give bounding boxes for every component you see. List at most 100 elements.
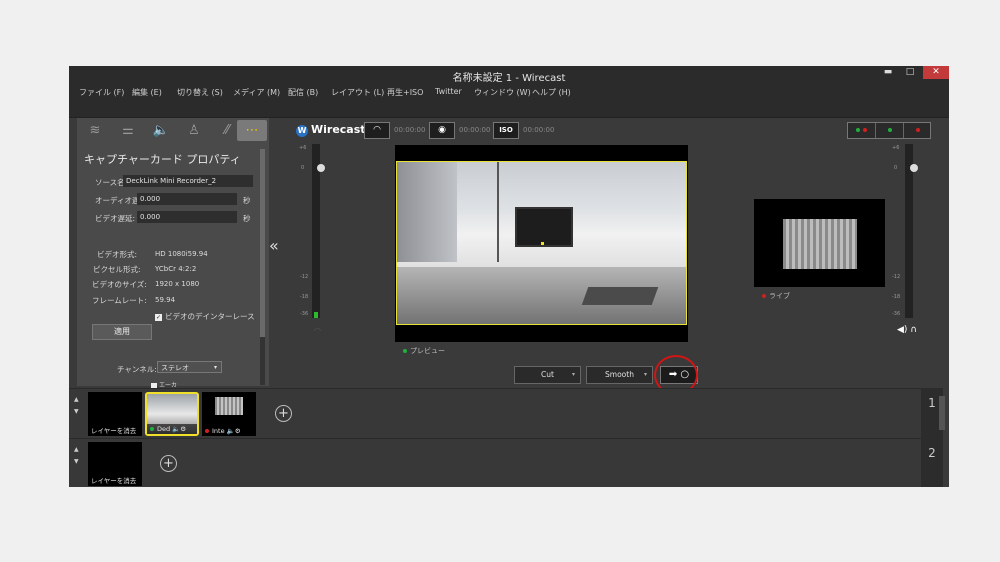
- panel-title: キャプチャーカード プロパティ: [84, 153, 241, 166]
- menu-twitter[interactable]: Twitter: [435, 87, 462, 96]
- preview-image: [396, 161, 687, 325]
- more-tab-icon[interactable]: ⋯: [237, 120, 267, 141]
- menu-file[interactable]: ファイル (F): [79, 87, 124, 98]
- minimize-button[interactable]: ▬: [877, 66, 899, 79]
- right-scale-36: -36: [892, 311, 901, 317]
- stream-button[interactable]: ◠: [364, 122, 390, 139]
- deinterlace-label: ビデオのデインターレース: [165, 312, 255, 321]
- toolbar-strip: [69, 101, 949, 118]
- preview-label: プレビュー: [410, 347, 445, 355]
- iso-time: 00:00:00: [523, 126, 555, 134]
- shot-label-text: Inte: [212, 427, 225, 435]
- left-volume-knob[interactable]: [317, 164, 325, 172]
- source-name-field[interactable]: DeckLink Mini Recorder_2: [123, 175, 253, 187]
- shot-clear-layer[interactable]: レイヤーを消去: [88, 392, 142, 436]
- menu-help[interactable]: ヘルプ (H): [532, 87, 571, 98]
- collapse-panel-icon[interactable]: «: [269, 236, 279, 255]
- iso-label: ISO: [499, 126, 513, 134]
- menu-window[interactable]: ウィンドウ (W): [474, 87, 531, 98]
- record-button[interactable]: ◉: [429, 122, 455, 139]
- live-label: ライブ: [769, 292, 790, 300]
- video-delay-unit: 秒: [243, 214, 251, 223]
- add-shot-button[interactable]: +: [160, 455, 177, 472]
- layout-buttons: [847, 122, 931, 139]
- menu-media[interactable]: メディア (M): [233, 87, 280, 98]
- live-status-dot: [762, 294, 766, 298]
- menu-broadcast[interactable]: 配信 (B): [288, 87, 318, 98]
- audio-delay-field[interactable]: 0.000: [137, 193, 237, 205]
- settings-tab-icon[interactable]: ⚌: [113, 120, 143, 141]
- shot-decklink[interactable]: Ded 🔈⚙: [145, 392, 199, 436]
- right-volume-knob[interactable]: [910, 164, 918, 172]
- layer-row-2: ▲ ▼ レイヤーを消去 +: [69, 438, 921, 487]
- layers-tab-icon[interactable]: ≋: [80, 120, 110, 141]
- title-bar: 名称未設定 1 - Wirecast ▬ □ ✕: [69, 66, 949, 85]
- live-status-dot: [205, 429, 209, 433]
- chevron-down-icon: ▾: [213, 364, 217, 371]
- audio-tab-icon[interactable]: 🔈: [146, 120, 176, 141]
- preview-status-dot: [150, 427, 154, 431]
- video-delay-field[interactable]: 0.000: [137, 211, 237, 223]
- maximize-button[interactable]: □: [899, 66, 921, 79]
- channel-label: チャンネル:: [117, 365, 157, 374]
- left-scale-18: -18: [300, 294, 309, 300]
- layout-preview-live-button[interactable]: [848, 123, 876, 138]
- preview-monitor[interactable]: [395, 145, 688, 342]
- shot-label: Inte 🔈⚙: [202, 426, 256, 436]
- layer-2-number[interactable]: 2: [921, 438, 943, 487]
- video-size-value: 1920 x 1080: [155, 280, 200, 288]
- video-format-value: HD 1080i59.94: [155, 250, 208, 258]
- chevron-down-icon: ▾: [571, 371, 575, 378]
- live-monitor[interactable]: [754, 199, 885, 287]
- menu-replay-iso[interactable]: 再生+ISO: [387, 87, 423, 98]
- layer-1-arrows[interactable]: ▲ ▼: [74, 394, 79, 418]
- layer-2-arrows[interactable]: ▲ ▼: [74, 444, 79, 468]
- layout-live-button[interactable]: [904, 123, 932, 138]
- right-scale-top: +6: [892, 145, 900, 151]
- person-tab-icon[interactable]: ♙: [179, 120, 209, 141]
- shot-clear-layer[interactable]: レイヤーを消去: [88, 442, 142, 486]
- smooth-dropdown[interactable]: Smooth ▾: [586, 366, 653, 384]
- video-size-label: ビデオのサイズ:: [92, 280, 147, 289]
- close-button[interactable]: ✕: [923, 66, 949, 79]
- cut-dropdown[interactable]: Cut ▾: [514, 366, 581, 384]
- check-icon: ✓: [155, 313, 162, 321]
- chevron-down-icon: ▾: [643, 371, 647, 378]
- iso-button[interactable]: ISO: [493, 122, 519, 139]
- stream-time: 00:00:00: [394, 126, 426, 134]
- layer-scrollbar[interactable]: [939, 396, 945, 430]
- left-scale-36: -36: [300, 311, 309, 317]
- wirecast-window: 名称未設定 1 - Wirecast ▬ □ ✕ ファイル (F) 編集 (E)…: [69, 66, 949, 487]
- smooth-label: Smooth: [605, 370, 634, 379]
- menu-switch[interactable]: 切り替え (S): [177, 87, 223, 98]
- layout-preview-button[interactable]: [876, 123, 904, 138]
- cut-label: Cut: [541, 370, 554, 379]
- video-format-label: ビデオ形式:: [97, 250, 138, 259]
- record-time: 00:00:00: [459, 126, 491, 134]
- channel-select[interactable]: ステレオ ▾: [157, 361, 222, 373]
- shot-label-text: Ded: [157, 425, 171, 433]
- speaker-headphone-icon[interactable]: ◀) ∩: [897, 325, 917, 335]
- shot-label: Ded 🔈⚙: [147, 424, 197, 434]
- panel-scrollbar[interactable]: [260, 149, 265, 385]
- pixel-format-value: YCbCr 4:2:2: [155, 265, 197, 273]
- audio-delay-unit: 秒: [243, 196, 251, 205]
- menu-layout[interactable]: レイアウト (L): [331, 87, 384, 98]
- wirecast-logo-icon: W: [296, 125, 308, 137]
- properties-panel: ≋ ⚌ 🔈 ♙ ⁄⁄ ⋯ キャプチャーカード プロパティ ソース名: DeckL…: [77, 118, 269, 389]
- menu-edit[interactable]: 編集 (E): [132, 87, 162, 98]
- record-icon: ◉: [438, 125, 446, 135]
- apply-button[interactable]: 適用: [92, 324, 152, 340]
- scrollbar-thumb[interactable]: [260, 149, 265, 337]
- video-delay-label: ビデオ遅延:: [95, 214, 136, 223]
- wirecast-logo: W Wirecast: [296, 123, 366, 137]
- left-scale-12: -12: [300, 274, 309, 280]
- wifi-icon: ◠: [373, 125, 381, 135]
- preview-caption: プレビュー: [403, 346, 445, 356]
- right-scale-18: -18: [892, 294, 901, 300]
- deinterlace-checkbox[interactable]: ✓ ビデオのデインターレース: [155, 311, 255, 322]
- add-shot-button[interactable]: +: [275, 405, 292, 422]
- live-caption: ライブ: [762, 291, 790, 301]
- headphone-icon[interactable]: ◠: [314, 326, 321, 335]
- shot-internal[interactable]: Inte 🔈⚙: [202, 392, 256, 436]
